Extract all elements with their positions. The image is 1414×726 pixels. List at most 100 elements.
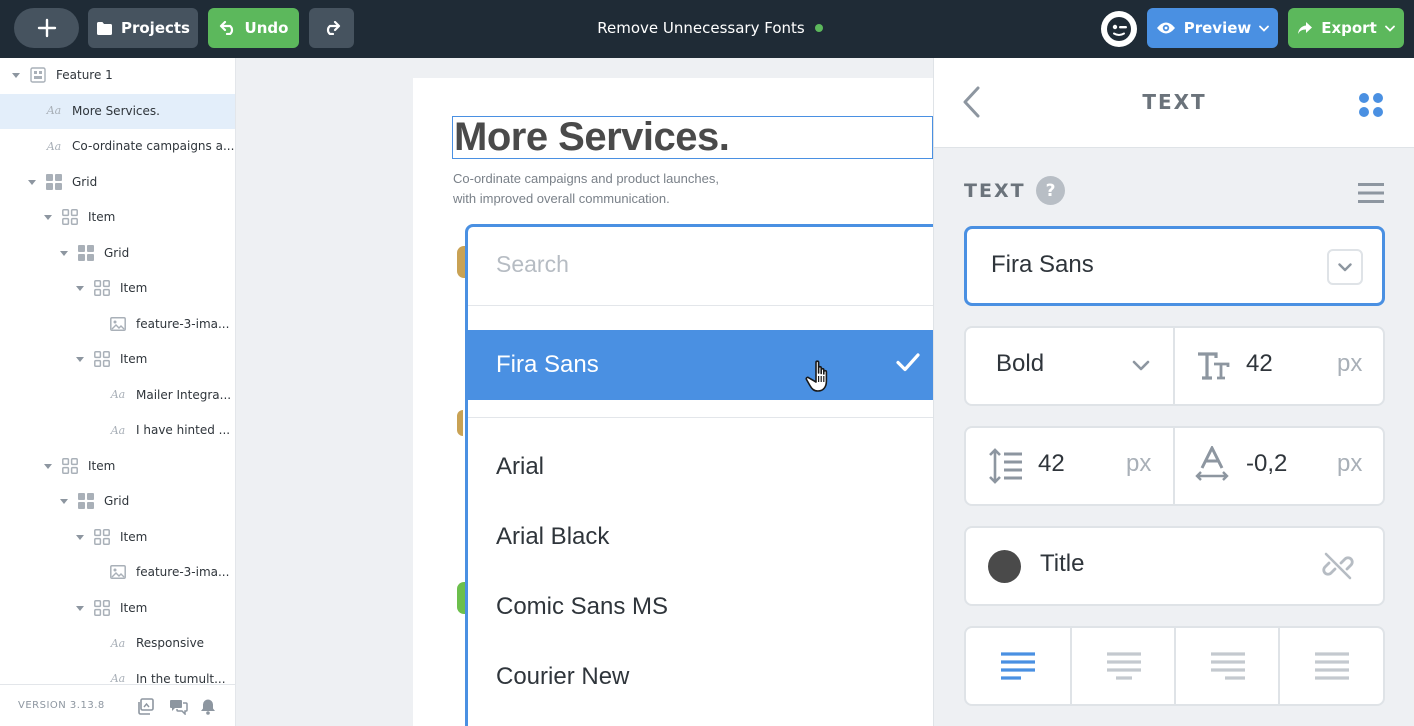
layer-row[interactable]: Grid bbox=[0, 236, 235, 271]
sidebar-footer: VERSION 3.13.8 bbox=[0, 684, 235, 726]
section-icon bbox=[29, 66, 47, 84]
user-face-icon bbox=[1107, 17, 1131, 41]
text-icon: Aa bbox=[109, 634, 127, 652]
layer-label: Item bbox=[120, 600, 148, 615]
font-family-toggle[interactable] bbox=[1327, 249, 1363, 285]
layer-row[interactable]: Aa More Services. bbox=[0, 93, 235, 129]
layer-row[interactable]: Aa I have hinted ... bbox=[0, 413, 235, 448]
top-toolbar: Projects Undo Remove Unnecessary Fonts P… bbox=[0, 0, 1414, 58]
letter-spacing-input[interactable]: -0,2 bbox=[1246, 450, 1287, 478]
export-button[interactable]: Export bbox=[1288, 8, 1404, 48]
text-icon: Aa bbox=[109, 421, 127, 439]
chevron-down-icon bbox=[1259, 25, 1270, 32]
layer-row[interactable]: feature-3-ima... bbox=[0, 307, 235, 342]
layer-row[interactable]: Aa Responsive bbox=[0, 626, 235, 661]
expand-caret-icon[interactable] bbox=[60, 250, 68, 256]
font-search-input[interactable]: Search bbox=[496, 251, 569, 278]
layer-label: Item bbox=[120, 352, 148, 366]
font-option-selected[interactable]: Fira Sans bbox=[468, 330, 940, 400]
chevron-down-icon[interactable] bbox=[1132, 360, 1150, 371]
expand-caret-icon[interactable] bbox=[44, 463, 52, 469]
layer-label: Item bbox=[88, 210, 116, 224]
align-right-icon bbox=[1211, 652, 1245, 680]
image-icon bbox=[109, 563, 127, 581]
unlink-icon[interactable] bbox=[1322, 550, 1354, 582]
expand-caret-icon[interactable] bbox=[76, 286, 84, 291]
layer-row[interactable]: Item bbox=[0, 449, 235, 484]
layer-label: Grid bbox=[104, 245, 130, 260]
align-left-button[interactable] bbox=[966, 628, 1070, 704]
undo-label: Undo bbox=[244, 19, 289, 37]
expand-caret-icon[interactable] bbox=[60, 499, 68, 504]
expand-caret-icon[interactable] bbox=[28, 179, 36, 185]
preview-button[interactable]: Preview bbox=[1147, 8, 1278, 48]
chevron-down-icon bbox=[1384, 25, 1395, 32]
folder-icon bbox=[96, 21, 112, 35]
grid-icon bbox=[77, 244, 95, 262]
undo-button[interactable]: Undo bbox=[208, 8, 299, 48]
line-height-input[interactable]: 42 bbox=[1038, 450, 1065, 478]
canvas-subtitle-text[interactable]: Co-ordinate campaigns and product launch… bbox=[453, 169, 753, 209]
saved-status-dot bbox=[814, 24, 823, 32]
expand-caret-icon[interactable] bbox=[76, 605, 84, 611]
font-family-select[interactable]: Fira Sans bbox=[964, 226, 1385, 306]
layer-label: Item bbox=[88, 458, 116, 473]
expand-caret-icon[interactable] bbox=[76, 534, 84, 540]
font-weight-select[interactable]: Bold bbox=[996, 350, 1044, 378]
color-style-name: Title bbox=[1040, 550, 1085, 577]
font-option-comic-sans-ms[interactable]: Comic Sans MS bbox=[496, 593, 668, 621]
layer-label: More Services. bbox=[72, 103, 160, 118]
text-glyph: Aa bbox=[110, 636, 126, 650]
line-height-spacing-row: 42 px -0,2 px bbox=[964, 426, 1385, 506]
expand-caret-icon[interactable] bbox=[12, 73, 20, 78]
layer-label: I have hinted ... bbox=[136, 423, 231, 437]
avatar[interactable] bbox=[1101, 11, 1137, 47]
font-option-courier-new[interactable]: Courier New bbox=[496, 663, 629, 691]
canvas-title-text[interactable]: More Services. bbox=[452, 116, 933, 159]
canvas-subtitle-line2: with improved overall communication. bbox=[453, 191, 670, 206]
layer-row[interactable]: feature-3-ima... bbox=[0, 555, 235, 590]
projects-button[interactable]: Projects bbox=[88, 8, 198, 48]
layer-row[interactable]: Aa Co-ordinate campaigns a... bbox=[0, 129, 235, 164]
bell-icon[interactable] bbox=[200, 698, 216, 715]
menu-icon[interactable] bbox=[1358, 182, 1384, 204]
layer-row[interactable]: Aa Mailer Integra... bbox=[0, 378, 235, 413]
font-size-input[interactable]: 42 bbox=[1246, 350, 1273, 378]
layer-row[interactable]: Item bbox=[0, 591, 235, 626]
help-icon[interactable]: ? bbox=[1036, 176, 1065, 205]
font-option-arial[interactable]: Arial bbox=[496, 453, 544, 481]
layer-row[interactable]: Grid bbox=[0, 165, 235, 200]
align-center-icon bbox=[1107, 652, 1141, 680]
grid-dots-icon[interactable] bbox=[1358, 92, 1384, 118]
font-option-arial-black[interactable]: Arial Black bbox=[496, 523, 609, 551]
checkmark-icon bbox=[896, 353, 920, 372]
color-swatch[interactable] bbox=[988, 550, 1021, 583]
layer-label: Responsive bbox=[136, 636, 205, 650]
align-center-button[interactable] bbox=[1072, 628, 1176, 704]
expand-caret-icon[interactable] bbox=[76, 357, 84, 362]
layer-row[interactable]: Grid bbox=[0, 484, 235, 519]
layer-row[interactable]: Item bbox=[0, 520, 235, 555]
layer-row[interactable]: Item bbox=[0, 200, 235, 235]
line-height-icon bbox=[989, 448, 1022, 484]
font-family-dropdown: Search Fira Sans Arial Arial Black Comic… bbox=[465, 224, 943, 726]
color-style-row[interactable]: Title bbox=[964, 526, 1385, 606]
document-title-text: Remove Unnecessary Fonts bbox=[597, 19, 805, 37]
layer-row[interactable]: Item bbox=[0, 342, 235, 377]
align-justify-button[interactable] bbox=[1280, 628, 1383, 704]
layer-label: Grid bbox=[72, 174, 98, 189]
add-button[interactable] bbox=[14, 8, 79, 48]
redo-button[interactable] bbox=[309, 8, 354, 48]
text-align-row bbox=[964, 626, 1385, 706]
pages-icon[interactable] bbox=[137, 698, 155, 715]
align-right-button[interactable] bbox=[1176, 628, 1280, 704]
layer-label: feature-3-ima... bbox=[136, 316, 230, 331]
layer-row[interactable]: Feature 1 bbox=[0, 58, 235, 93]
chat-icon[interactable] bbox=[169, 698, 188, 715]
hand-cursor-icon bbox=[805, 360, 828, 392]
font-size-icon bbox=[1198, 352, 1230, 380]
expand-caret-icon[interactable] bbox=[44, 215, 52, 220]
layer-row[interactable]: Item bbox=[0, 271, 235, 306]
feature-image-2[interactable] bbox=[457, 410, 463, 436]
layer-label: Feature 1 bbox=[56, 68, 113, 82]
